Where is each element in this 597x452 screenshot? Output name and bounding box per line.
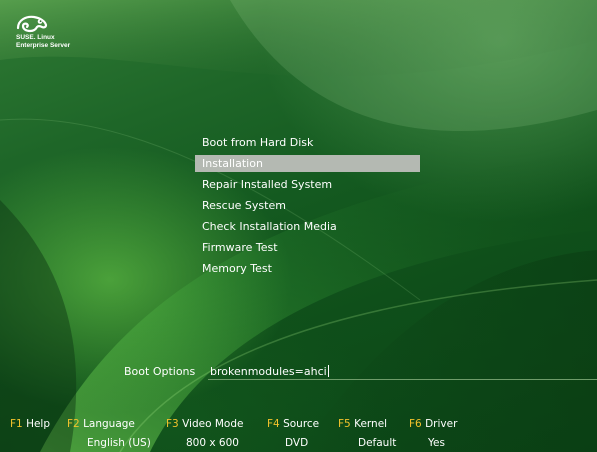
f1-key: F1 <box>10 418 23 430</box>
f2-key: F2 <box>67 418 80 430</box>
menu-item-repair-installed-system[interactable]: Repair Installed System <box>195 174 420 195</box>
f2-label: Language <box>83 418 135 430</box>
menu-item-boot-from-hard-disk[interactable]: Boot from Hard Disk <box>195 132 420 153</box>
logo-line-2: Enterprise Server <box>16 42 71 49</box>
menu-item-installation[interactable]: Installation <box>195 155 420 172</box>
text-cursor <box>327 365 329 377</box>
f1-help[interactable]: F1 Help <box>10 416 50 432</box>
f5-label: Kernel <box>354 418 388 430</box>
f4-label: Source <box>283 418 320 430</box>
boot-screen: SUSE. Linux Enterprise Server Boot from … <box>0 0 597 452</box>
boot-options-value: brokenmodules=ahci <box>210 365 327 378</box>
suse-logo: SUSE. Linux Enterprise Server <box>16 14 86 50</box>
logo-line-1: SUSE. Linux <box>16 34 55 41</box>
f5-kernel[interactable]: F5 Kernel Default <box>338 416 396 449</box>
f3-label: Video Mode <box>182 418 244 430</box>
f3-key: F3 <box>166 418 179 430</box>
f6-value: Yes <box>428 437 445 449</box>
function-key-bar: F1 Help F2 Language English (US) F3 Vide… <box>0 416 597 452</box>
f6-label: Driver <box>425 418 458 430</box>
boot-menu: Boot from Hard Disk Installation Repair … <box>195 132 420 279</box>
f2-value: English (US) <box>87 437 151 449</box>
f1-label: Help <box>26 418 51 430</box>
menu-item-rescue-system[interactable]: Rescue System <box>195 195 420 216</box>
menu-item-memory-test[interactable]: Memory Test <box>195 258 420 279</box>
f2-language[interactable]: F2 Language English (US) <box>67 416 151 449</box>
boot-options-input[interactable]: brokenmodules=ahci <box>208 364 597 380</box>
f4-value: DVD <box>285 437 309 449</box>
f5-key: F5 <box>338 418 351 430</box>
menu-item-firmware-test[interactable]: Firmware Test <box>195 237 420 258</box>
f4-source[interactable]: F4 Source DVD <box>267 416 320 449</box>
boot-options-row: Boot Options brokenmodules=ahci <box>124 364 597 382</box>
menu-item-check-installation-media[interactable]: Check Installation Media <box>195 216 420 237</box>
f3-value: 800 x 600 <box>186 437 239 449</box>
f4-key: F4 <box>267 418 280 430</box>
f5-value: Default <box>358 437 397 449</box>
suse-chameleon-icon <box>16 14 86 34</box>
f6-driver[interactable]: F6 Driver Yes <box>409 416 458 449</box>
boot-options-label: Boot Options <box>124 365 196 378</box>
f3-video-mode[interactable]: F3 Video Mode 800 x 600 <box>166 416 244 449</box>
f6-key: F6 <box>409 418 422 430</box>
